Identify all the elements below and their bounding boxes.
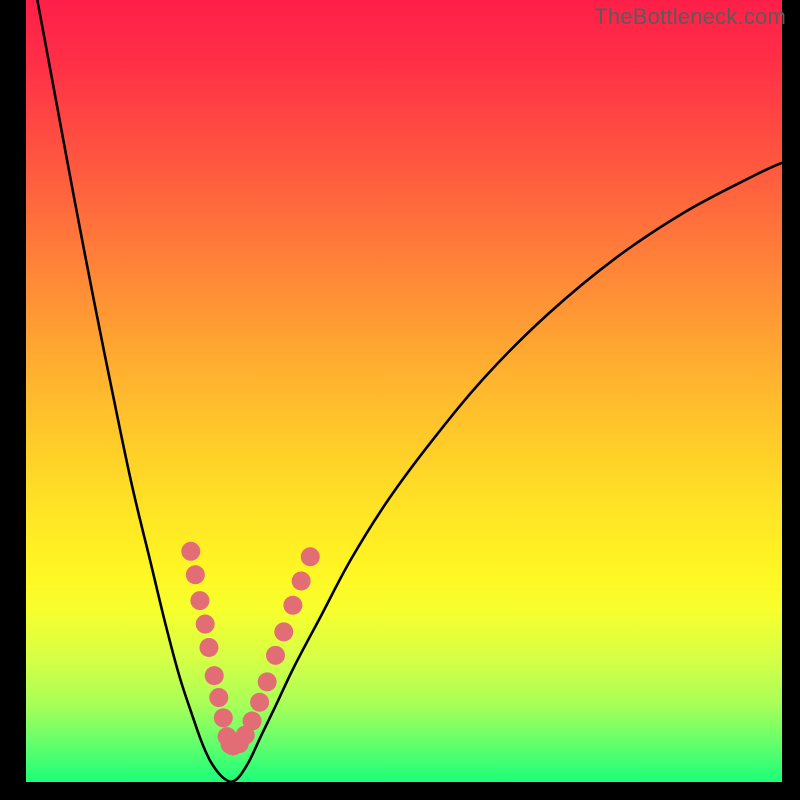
data-marker	[199, 638, 218, 657]
chart-plot-area	[26, 0, 782, 782]
marker-group	[181, 542, 319, 756]
data-marker	[181, 542, 200, 561]
right-curve	[231, 163, 782, 782]
data-marker	[283, 596, 302, 615]
data-marker	[214, 708, 233, 727]
data-marker	[301, 547, 320, 566]
data-marker	[243, 712, 262, 731]
data-marker	[266, 646, 285, 665]
left-curve	[37, 0, 231, 782]
data-marker	[186, 565, 205, 584]
data-marker	[292, 572, 311, 591]
data-marker	[250, 693, 269, 712]
data-marker	[258, 672, 277, 691]
chart-svg	[26, 0, 782, 782]
chart-stage: TheBottleneck.com	[0, 0, 800, 800]
data-marker	[205, 666, 224, 685]
data-marker	[196, 615, 215, 634]
data-marker	[209, 688, 228, 707]
data-marker	[274, 622, 293, 641]
watermark-text: TheBottleneck.com	[594, 4, 786, 30]
data-marker	[190, 591, 209, 610]
